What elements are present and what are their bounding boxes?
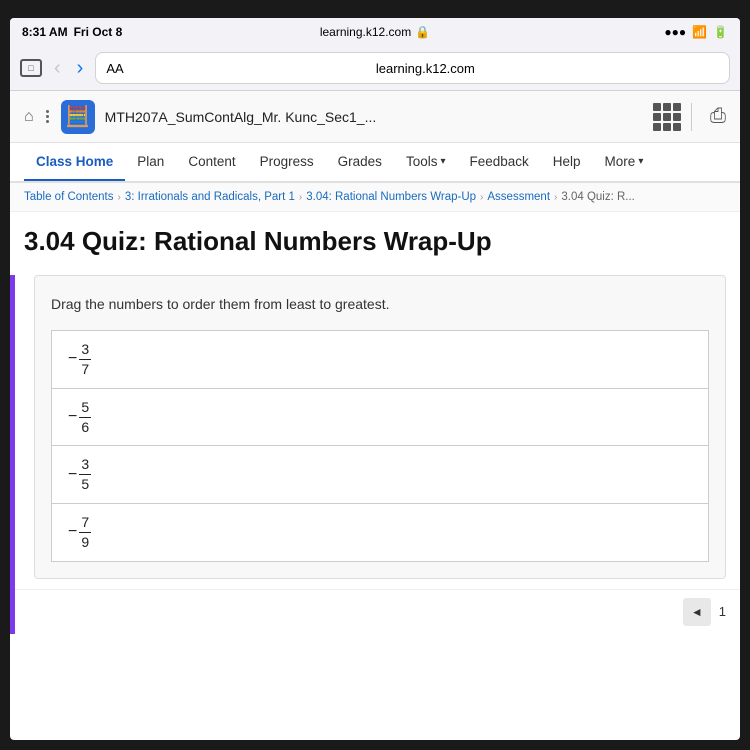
- url-field[interactable]: learning.k12.com: [132, 61, 719, 76]
- nav-tools[interactable]: Tools ▾: [394, 144, 458, 182]
- nav-more[interactable]: More ▾: [593, 144, 656, 182]
- page-number: 1: [719, 604, 726, 619]
- breadcrumb-sep-2: ›: [299, 192, 302, 203]
- content-area: Drag the numbers to order them from leas…: [10, 275, 740, 633]
- breadcrumb-current: 3.04 Quiz: R...: [561, 191, 635, 203]
- home-icon[interactable]: ⌂: [24, 108, 34, 126]
- drag-item-4[interactable]: − 7 9: [51, 503, 709, 562]
- fraction-neg-3-7: − 3 7: [68, 341, 91, 378]
- breadcrumb-sep-1: ›: [118, 192, 121, 203]
- page-toolbar: ⌂ 🧮 MTH207A_SumContAlg_Mr. Kunc_Sec1_...…: [10, 91, 740, 143]
- tab-switcher-icon[interactable]: □: [20, 59, 42, 77]
- back-button[interactable]: ‹: [50, 56, 65, 80]
- course-icon: 🧮: [61, 100, 95, 134]
- fraction-neg-5-6: − 5 6: [68, 399, 91, 436]
- browser-chrome: □ ‹ › AA learning.k12.com: [10, 46, 740, 91]
- divider: [691, 103, 692, 131]
- course-title: MTH207A_SumContAlg_Mr. Kunc_Sec1_...: [105, 109, 643, 125]
- prev-page-button[interactable]: ◄: [683, 598, 711, 626]
- breadcrumb-sep-4: ›: [554, 192, 557, 203]
- nav-content[interactable]: Content: [176, 144, 247, 182]
- status-icons: ●●● 📶 🔋: [664, 25, 728, 39]
- fraction-neg-7-9: − 7 9: [68, 514, 91, 551]
- breadcrumb-toc[interactable]: Table of Contents: [24, 191, 114, 203]
- breadcrumb-ch3[interactable]: 3: Irrationals and Radicals, Part 1: [125, 191, 295, 203]
- breadcrumb: Table of Contents › 3: Irrationals and R…: [10, 183, 740, 212]
- dots-menu-icon[interactable]: [44, 108, 51, 125]
- nav-progress[interactable]: Progress: [248, 144, 326, 182]
- address-bar[interactable]: AA learning.k12.com: [95, 52, 730, 84]
- breadcrumb-sep-3: ›: [480, 192, 483, 203]
- device-frame: 8:31 AM Fri Oct 8 learning.k12.com 🔒 ●●●…: [0, 0, 750, 750]
- purple-accent-bar: [10, 275, 15, 633]
- browser-screen: 8:31 AM Fri Oct 8 learning.k12.com 🔒 ●●●…: [10, 18, 740, 740]
- url-text: learning.k12.com: [320, 25, 411, 39]
- lock-icon: 🔒: [415, 25, 430, 39]
- browser-toolbar: □ ‹ › AA learning.k12.com: [10, 46, 740, 90]
- nav-menu: Class Home Plan Content Progress Grades …: [10, 143, 740, 183]
- breadcrumb-assessment[interactable]: Assessment: [487, 191, 550, 203]
- page-title: 3.04 Quiz: Rational Numbers Wrap-Up: [24, 226, 726, 257]
- url-display: learning.k12.com 🔒: [320, 25, 430, 39]
- status-bar: 8:31 AM Fri Oct 8 learning.k12.com 🔒 ●●●…: [10, 18, 740, 46]
- nav-feedback[interactable]: Feedback: [457, 144, 540, 182]
- share-icon[interactable]: ⎙: [710, 105, 726, 128]
- page-title-area: 3.04 Quiz: Rational Numbers Wrap-Up: [10, 212, 740, 265]
- grid-icon[interactable]: [653, 103, 681, 131]
- pagination: ◄ 1: [10, 589, 740, 634]
- fraction-neg-3-5: − 3 5: [68, 456, 91, 493]
- status-date: Fri Oct 8: [74, 25, 123, 39]
- quiz-instruction: Drag the numbers to order them from leas…: [51, 296, 709, 312]
- drag-item-3[interactable]: − 3 5: [51, 445, 709, 503]
- nav-plan[interactable]: Plan: [125, 144, 176, 182]
- quiz-box: Drag the numbers to order them from leas…: [34, 275, 726, 578]
- tools-chevron-icon: ▾: [440, 156, 445, 167]
- status-time: 8:31 AM: [22, 25, 68, 39]
- drag-items-list: − 3 7 − 5 6: [51, 330, 709, 561]
- more-chevron-icon: ▾: [638, 156, 643, 167]
- nav-class-home[interactable]: Class Home: [24, 144, 125, 182]
- nav-help[interactable]: Help: [541, 144, 593, 182]
- drag-item-2[interactable]: − 5 6: [51, 388, 709, 446]
- forward-button[interactable]: ›: [73, 56, 88, 80]
- breadcrumb-304[interactable]: 3.04: Rational Numbers Wrap-Up: [306, 191, 476, 203]
- drag-item-1[interactable]: − 3 7: [51, 330, 709, 388]
- aa-button[interactable]: AA: [106, 61, 123, 76]
- nav-grades[interactable]: Grades: [326, 144, 394, 182]
